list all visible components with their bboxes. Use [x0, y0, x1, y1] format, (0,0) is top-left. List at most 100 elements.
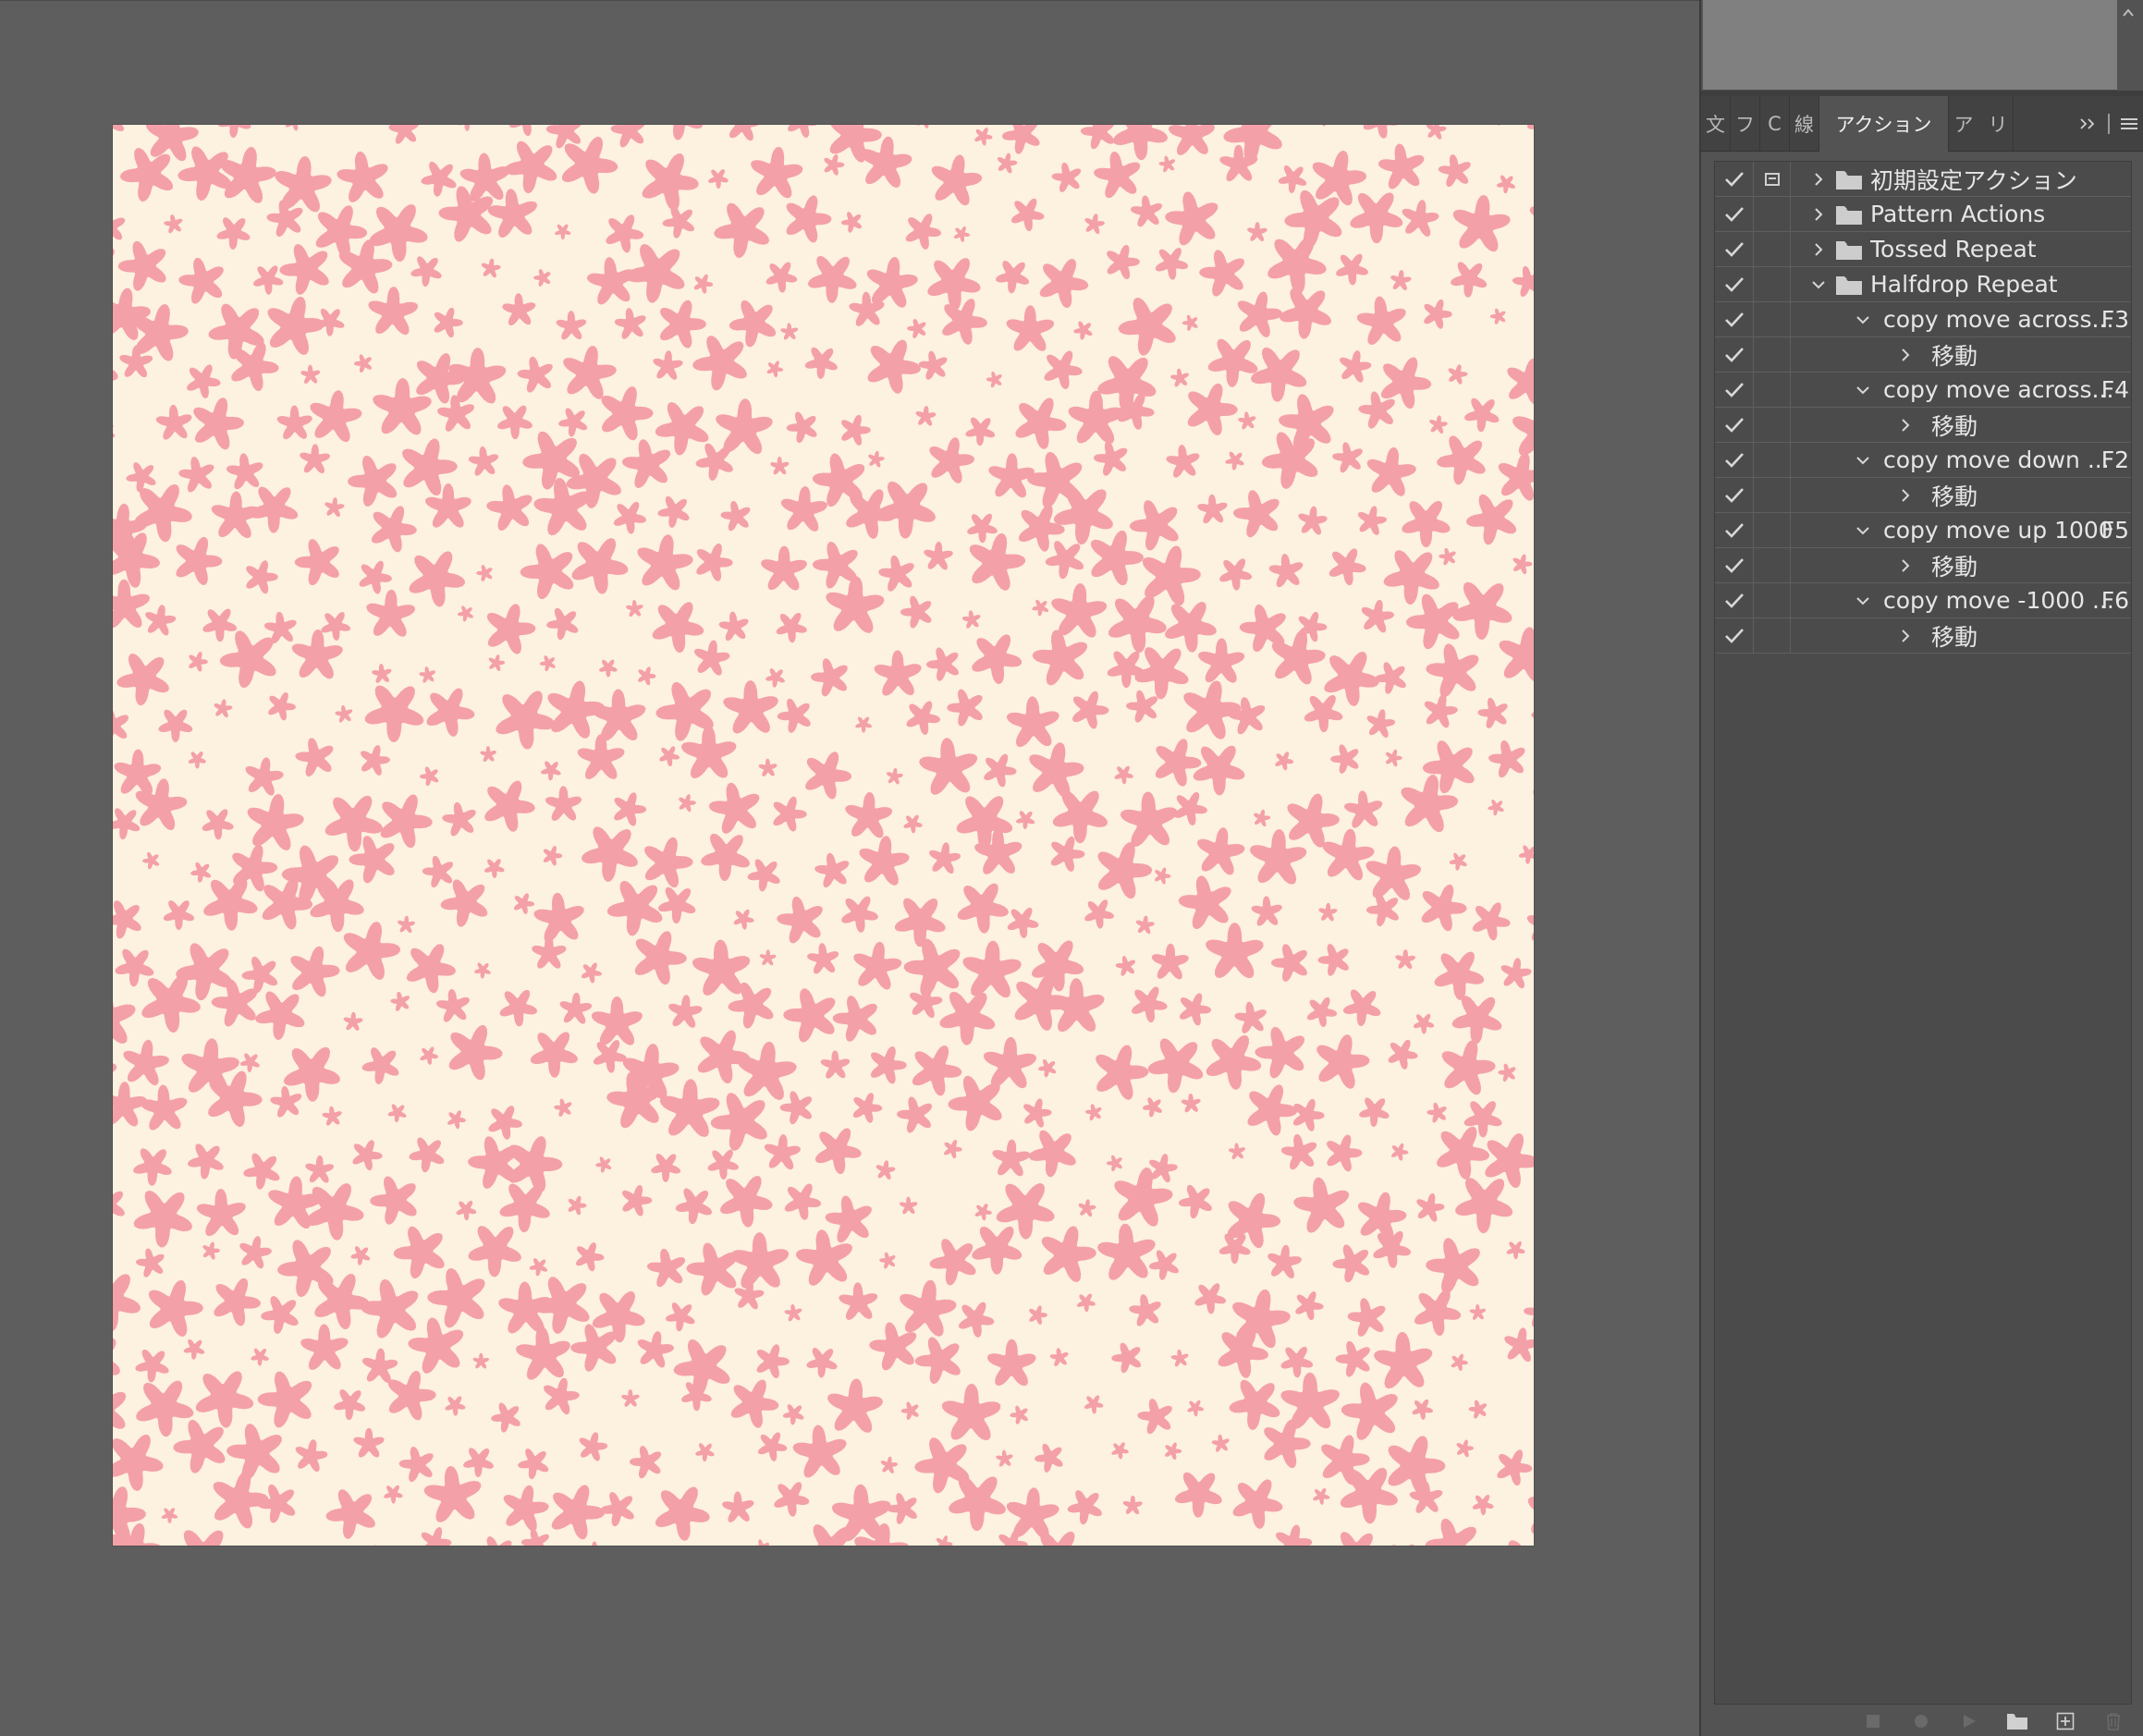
checkmark-icon [1724, 557, 1744, 573]
delete-button[interactable] [2102, 1710, 2125, 1732]
toggle-dialog-checkbox[interactable] [1754, 336, 1791, 373]
action-row-content: copy move across... F4 [1791, 373, 2131, 408]
action-row[interactable]: Tossed Repeat [1715, 231, 2131, 267]
tab-3[interactable]: 線 [1790, 96, 1819, 152]
toggle-item-checkbox[interactable] [1715, 582, 1754, 618]
action-row-content: 移動 [1791, 548, 2131, 583]
action-row-content: Pattern Actions [1791, 197, 2131, 232]
floral-pattern-artwork [113, 125, 1534, 1546]
chevron-right-icon[interactable] [1894, 555, 1916, 577]
canvas-area[interactable] [0, 0, 1699, 1736]
hamburger-menu-icon[interactable] [2115, 96, 2143, 152]
toggle-item-checkbox[interactable] [1715, 266, 1754, 302]
action-row[interactable]: copy move -1000 ... F6 [1715, 582, 2131, 618]
action-row[interactable]: Halfdrop Repeat [1715, 266, 2131, 302]
play-icon [1961, 1713, 1978, 1730]
toggle-item-checkbox[interactable] [1715, 196, 1754, 232]
action-row[interactable]: 移動 [1715, 477, 2131, 513]
action-row-content: 移動 [1791, 618, 2131, 654]
action-row-content: copy move across... F3 [1791, 302, 2131, 337]
action-label: 移動 [1931, 342, 1978, 370]
chevron-down-icon[interactable] [1852, 590, 1874, 612]
chevron-down-icon[interactable] [1807, 274, 1830, 296]
toggle-item-checkbox[interactable] [1715, 477, 1754, 513]
action-row[interactable]: 移動 [1715, 407, 2131, 443]
toggle-dialog-checkbox[interactable] [1754, 266, 1791, 302]
action-row[interactable]: 移動 [1715, 617, 2131, 654]
action-row[interactable]: copy move across... F3 [1715, 301, 2131, 337]
toggle-dialog-checkbox[interactable] [1754, 547, 1791, 583]
action-label: copy move down ... [1883, 446, 2110, 473]
chevron-right-icon[interactable] [1894, 484, 1916, 507]
action-row[interactable]: Pattern Actions [1715, 196, 2131, 232]
chevron-right-icon[interactable] [1807, 203, 1830, 226]
stop-button[interactable] [1862, 1710, 1884, 1732]
tab-0[interactable]: 文 [1701, 96, 1731, 152]
chevron-down-icon[interactable] [1852, 309, 1874, 331]
chevron-down-icon[interactable] [1852, 379, 1874, 401]
action-row[interactable]: 移動 [1715, 547, 2131, 583]
tab-label: アクション [1835, 114, 1932, 136]
play-button[interactable] [1958, 1710, 1980, 1732]
action-label: 移動 [1931, 412, 1978, 440]
toggle-item-checkbox[interactable] [1715, 617, 1754, 654]
toggle-dialog-checkbox[interactable] [1754, 442, 1791, 478]
chevron-right-icon[interactable] [1894, 344, 1916, 366]
folder-icon [1835, 238, 1863, 261]
action-row[interactable]: copy move across... F4 [1715, 372, 2131, 408]
tab-1[interactable]: フ [1731, 96, 1760, 152]
toggle-dialog-checkbox[interactable] [1754, 301, 1791, 337]
chevron-right-icon[interactable] [1807, 168, 1830, 190]
chevron-down-icon[interactable] [1852, 449, 1874, 471]
action-row-content: copy move down ... F2 [1791, 443, 2131, 478]
tab-label: C [1768, 113, 1782, 135]
double-chevron-right-icon[interactable] [2075, 96, 2102, 152]
chevron-down-icon[interactable] [1852, 520, 1874, 542]
toggle-dialog-checkbox[interactable] [1754, 477, 1791, 513]
new-action-button[interactable] [2054, 1710, 2076, 1732]
toggle-item-checkbox[interactable] [1715, 301, 1754, 337]
toggle-dialog-checkbox[interactable] [1754, 372, 1791, 408]
toggle-dialog-checkbox[interactable] [1754, 617, 1791, 654]
toggle-item-checkbox[interactable] [1715, 407, 1754, 443]
right-dock: 文 フ C 線 アクション ア リ 初期設定アクション Pattern Actio… [1699, 0, 2143, 1736]
toggle-item-checkbox[interactable] [1715, 547, 1754, 583]
tab-label: 線 [1794, 114, 1814, 136]
toggle-dialog-checkbox[interactable] [1754, 582, 1791, 618]
toggle-item-checkbox[interactable] [1715, 372, 1754, 408]
tab-actions[interactable]: アクション [1819, 96, 1949, 152]
action-row[interactable]: copy move up 1000 F5 [1715, 512, 2131, 548]
checkmark-icon [1724, 593, 1744, 608]
toggle-dialog-checkbox[interactable] [1754, 161, 1791, 197]
action-row[interactable]: copy move down ... F2 [1715, 442, 2131, 478]
chevron-right-icon[interactable] [1807, 238, 1830, 261]
checkmark-icon [1724, 241, 1744, 257]
toggle-item-checkbox[interactable] [1715, 336, 1754, 373]
toggle-dialog-checkbox[interactable] [1754, 512, 1791, 548]
toggle-dialog-checkbox[interactable] [1754, 231, 1791, 267]
toggle-dialog-checkbox[interactable] [1754, 196, 1791, 232]
toggle-item-checkbox[interactable] [1715, 231, 1754, 267]
toggle-item-checkbox[interactable] [1715, 161, 1754, 197]
artboard[interactable] [113, 125, 1534, 1546]
chevron-right-icon[interactable] [1894, 625, 1916, 647]
tab-2[interactable]: C [1760, 96, 1790, 152]
dialog-icon [1764, 172, 1780, 186]
shortcut-key: F4 [2100, 376, 2129, 403]
illustrator-window: 文 フ C 線 アクション ア リ 初期設定アクション Pattern Actio… [0, 0, 2143, 1736]
action-row[interactable]: 初期設定アクション [1715, 161, 2131, 197]
action-row[interactable]: 移動 [1715, 336, 2131, 373]
actions-list[interactable]: 初期設定アクション Pattern Actions Tossed Repeat Hal… [1714, 161, 2132, 1705]
toggle-item-checkbox[interactable] [1715, 512, 1754, 548]
new-set-button[interactable] [2006, 1710, 2028, 1732]
action-row-content: 移動 [1791, 337, 2131, 373]
action-label: copy move -1000 ... [1883, 587, 2114, 614]
action-row-content: Tossed Repeat [1791, 232, 2131, 267]
chevron-right-icon[interactable] [1894, 414, 1916, 436]
action-row-content: 移動 [1791, 408, 2131, 443]
record-button[interactable] [1910, 1710, 1932, 1732]
tab-5-6[interactable]: ア リ [1949, 96, 2014, 152]
chevron-up-icon[interactable] [2119, 6, 2137, 24]
toggle-item-checkbox[interactable] [1715, 442, 1754, 478]
toggle-dialog-checkbox[interactable] [1754, 407, 1791, 443]
